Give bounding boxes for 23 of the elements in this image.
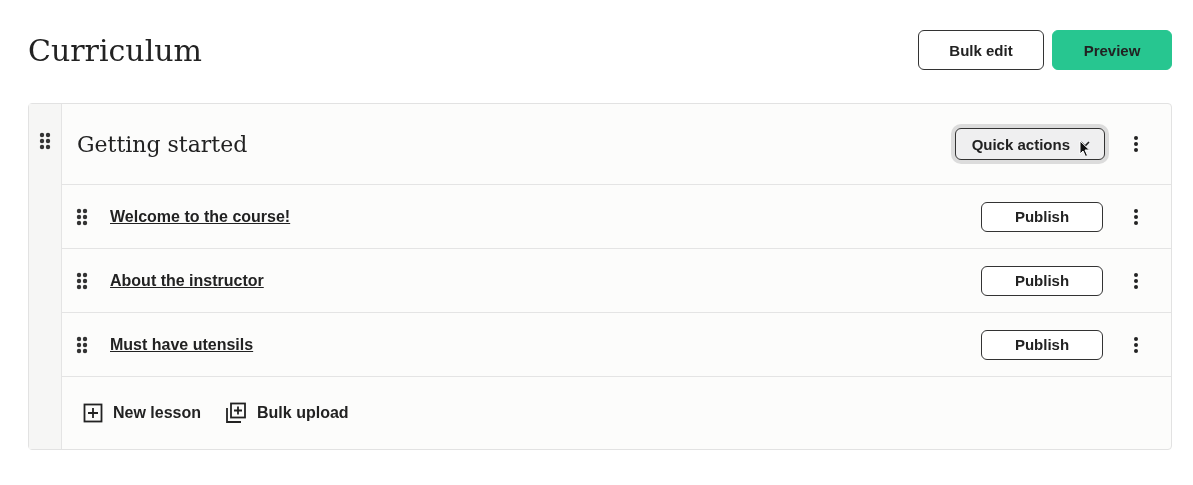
drag-handle-icon[interactable] (76, 335, 88, 354)
lesson-link[interactable]: Welcome to the course! (110, 207, 981, 226)
new-lesson-button[interactable]: New lesson (83, 403, 202, 423)
plus-square-icon (83, 403, 103, 423)
more-options-icon[interactable] (1133, 135, 1139, 153)
more-options-icon[interactable] (1133, 271, 1139, 290)
publish-button[interactable]: Publish (981, 265, 1103, 296)
page-title: Curriculum (28, 32, 203, 68)
publish-button[interactable]: Publish (981, 201, 1103, 232)
drag-handle-icon[interactable] (39, 132, 51, 150)
more-options-icon[interactable] (1133, 207, 1139, 226)
cursor-icon (1079, 140, 1091, 158)
section-title: Getting started (77, 131, 249, 157)
drag-handle-icon[interactable] (76, 207, 88, 226)
drag-handle-icon[interactable] (76, 271, 88, 290)
more-options-icon[interactable] (1133, 335, 1139, 354)
publish-button[interactable]: Publish (981, 329, 1103, 360)
lesson-link[interactable]: About the instructor (110, 271, 981, 290)
header-button[interactable]: Preview (1052, 30, 1172, 70)
header-button[interactable]: Bulk edit (918, 30, 1044, 70)
lesson-link[interactable]: Must have utensils (110, 335, 981, 354)
stacked-plus-icon (225, 402, 248, 424)
bulk-upload-button[interactable]: Bulk upload (225, 402, 349, 424)
